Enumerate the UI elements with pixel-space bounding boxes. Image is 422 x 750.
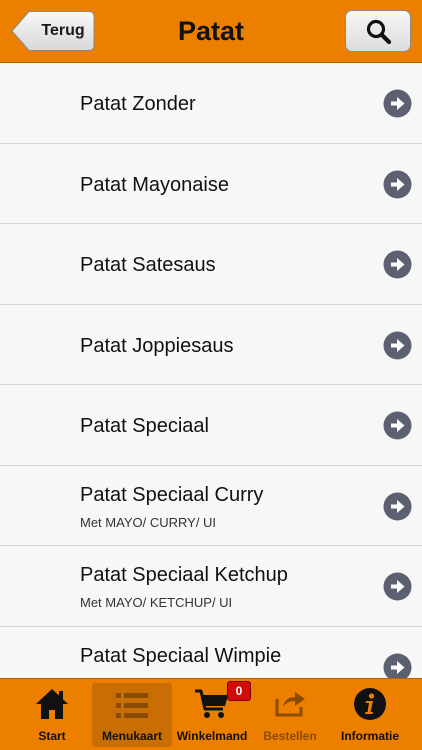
share-icon [275, 692, 305, 717]
list-item[interactable]: Patat Zonder [0, 63, 422, 144]
cart-icon [195, 689, 228, 718]
search-icon [366, 19, 392, 45]
tab-menukaart[interactable]: Menukaart [92, 683, 172, 747]
page-title: Patat [177, 16, 245, 46]
item-subtitle: Met MAYO/ KETCHUP/ UI [80, 595, 233, 610]
navigation-bar: Terug Patat [0, 0, 422, 63]
chevron-right-circle-icon [383, 411, 412, 440]
chevron-right-circle-icon [383, 492, 412, 520]
app-screen: Terug Patat Patat Zonder Patat Mayonaise [0, 0, 422, 750]
item-title: Patat Satesaus [80, 254, 216, 276]
item-title: Patat Mayonaise [80, 173, 229, 196]
list-item[interactable]: Patat Speciaal Ketchup Met MAYO/ KETCHUP… [0, 546, 422, 627]
list-icon [116, 693, 148, 718]
chevron-right-circle-icon [383, 572, 412, 601]
list-item[interactable]: Patat Speciaal Curry Met MAYO/ CURRY/ UI [0, 465, 422, 546]
tab-bestellen[interactable]: Bestellen [250, 679, 330, 750]
item-title: Patat Speciaal Wimpie [80, 644, 282, 667]
list-item[interactable]: Patat Satesaus [0, 224, 422, 305]
list-item[interactable]: Patat Mayonaise [0, 143, 422, 224]
chevron-right-circle-icon [383, 653, 412, 678]
search-button[interactable] [345, 10, 411, 52]
tab-bar: Start Menukaart Winkelmand Bestellen Inf… [0, 678, 422, 750]
item-title: Patat Speciaal [80, 415, 209, 437]
chevron-right-circle-icon [383, 89, 412, 118]
item-subtitle: Met MAYO/ CURRY/ UI [80, 514, 217, 530]
cart-count-badge: 0 [227, 681, 251, 701]
back-button-label: Terug [41, 22, 85, 39]
item-title: Patat Joppiesaus [80, 334, 234, 357]
info-icon [354, 688, 386, 720]
item-title: Patat Zonder [80, 93, 196, 115]
product-list: Patat Zonder Patat Mayonaise Patat Sates… [0, 63, 422, 678]
tab-informatie[interactable]: Informatie [330, 679, 410, 750]
chevron-right-circle-icon [383, 170, 412, 198]
chevron-right-circle-icon [383, 331, 412, 359]
tab-label: Informatie [340, 729, 399, 743]
item-title: Patat Speciaal Ketchup [80, 564, 288, 586]
list-item[interactable]: Patat Speciaal Wimpie [0, 626, 422, 678]
chevron-right-circle-icon [383, 250, 412, 279]
item-title: Patat Speciaal Curry [80, 483, 264, 506]
home-icon [36, 689, 68, 719]
list-item[interactable]: Patat Joppiesaus [0, 304, 422, 385]
list-item[interactable]: Patat Speciaal [0, 385, 422, 466]
tab-start[interactable]: Start [12, 679, 92, 750]
back-button[interactable]: Terug [11, 10, 95, 52]
